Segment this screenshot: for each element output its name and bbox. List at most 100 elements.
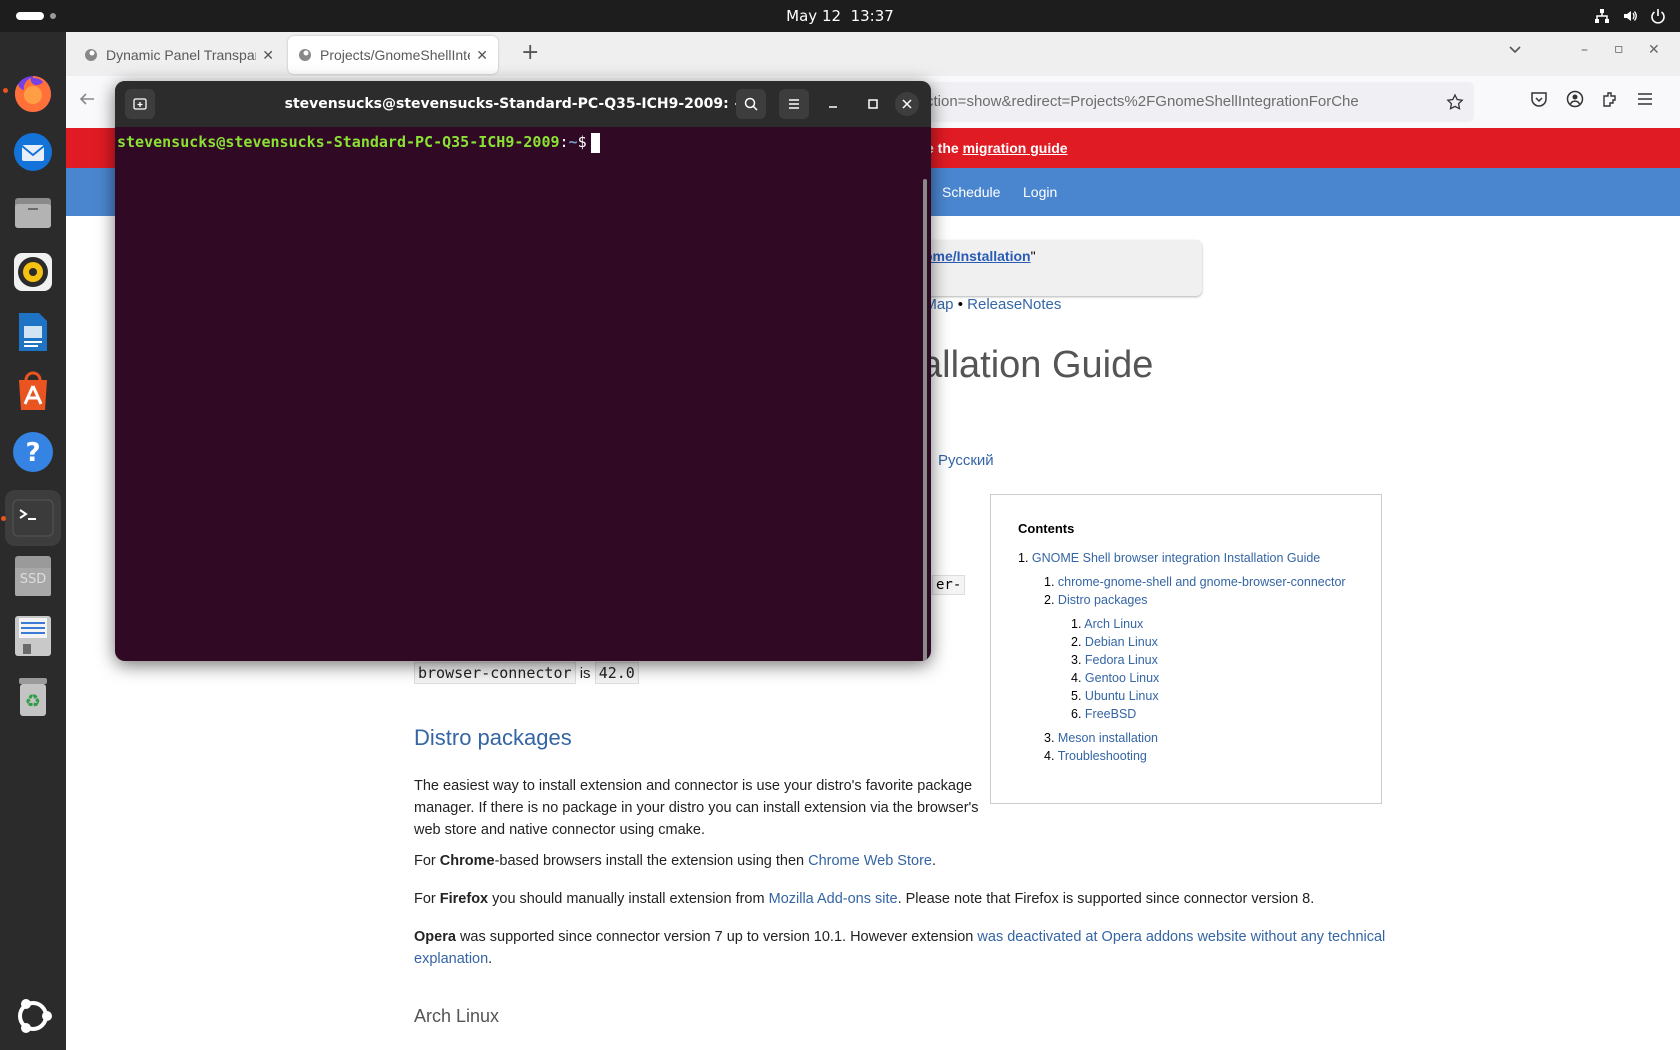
toc-entry-number: 4. [1071, 671, 1082, 685]
thunderbird-icon[interactable] [9, 128, 57, 176]
toc-entry[interactable]: 4. Troubleshooting [1044, 749, 1147, 763]
toc-entry-label[interactable]: FreeBSD [1085, 707, 1136, 721]
scrollbar[interactable] [923, 179, 927, 661]
minimize-icon[interactable] [818, 89, 848, 119]
toc-entry-number: 2. [1071, 635, 1082, 649]
minimize-button[interactable]: – [1581, 42, 1588, 58]
url-bar[interactable]: ction=show&redirect=Projects%2FGnomeShel… [926, 82, 1474, 122]
files-icon[interactable] [9, 188, 57, 236]
migration-guide-link[interactable]: migration guide [963, 140, 1068, 156]
terminal-output[interactable]: stevensucks@stevensucks-Standard-PC-Q35-… [115, 127, 931, 661]
tab-gnome-shell-integration[interactable]: Projects/GnomeShellInte ✕ [288, 36, 498, 74]
ubuntu-apps-icon[interactable] [9, 992, 57, 1040]
breadcrumb-release-notes[interactable]: ReleaseNotes [967, 296, 1061, 313]
toc-entry[interactable]: 5. Ubuntu Linux [1071, 689, 1159, 703]
nav-link-schedule[interactable]: Schedule [942, 168, 1000, 216]
toc-entry[interactable]: 1. GNOME Shell browser integration Insta… [1018, 551, 1320, 565]
installation-link[interactable]: ome/Installation [924, 248, 1031, 264]
toc-entry-label[interactable]: Distro packages [1058, 593, 1148, 607]
toc-title: Contents [1018, 521, 1075, 536]
nav-link-login[interactable]: Login [1023, 168, 1057, 216]
toc-entry[interactable]: 3. Meson installation [1044, 731, 1158, 745]
toc-entry[interactable]: 1. Arch Linux [1071, 617, 1143, 631]
toc-entry-label[interactable]: Ubuntu Linux [1085, 689, 1159, 703]
toc-entry-label[interactable]: Troubleshooting [1058, 749, 1147, 763]
paragraph-opera: Opera was supported since connector vers… [414, 926, 1414, 970]
tab-dynamic-panel[interactable]: Dynamic Panel Transpare ✕ [74, 36, 284, 74]
system-tray[interactable] [1594, 0, 1666, 32]
mozilla-addons-link[interactable]: Mozilla Add-ons site [769, 891, 898, 907]
section-heading-arch-linux: Arch Linux [414, 1006, 500, 1026]
toc-entry[interactable]: 3. Fedora Linux [1071, 653, 1158, 667]
breadcrumb: dMap • ReleaseNotes [916, 296, 1061, 313]
ssd-drive-icon[interactable]: SSD [9, 552, 57, 600]
toc-entry-label[interactable]: Debian Linux [1085, 635, 1158, 649]
terminal-title: stevensucks@stevensucks-Standard-PC-Q35-… [284, 96, 746, 112]
running-indicator [1, 516, 6, 521]
toc-entry-number: 3. [1071, 653, 1082, 667]
prompt-colon: : [559, 133, 569, 151]
restore-button[interactable]: ▫ [1614, 41, 1624, 57]
paragraph-chrome: For Chrome-based browsers install the ex… [414, 850, 1314, 872]
bold-opera: Opera [414, 929, 456, 945]
tab-label: Dynamic Panel Transpare [106, 47, 257, 63]
trash-icon[interactable]: ♻ [9, 672, 57, 720]
toc-entry[interactable]: 6. FreeBSD [1071, 707, 1136, 721]
language-link-russian[interactable]: Русский [938, 452, 994, 469]
toc-entry-label[interactable]: Fedora Linux [1085, 653, 1158, 667]
app-center-icon[interactable] [9, 368, 57, 416]
shell-prompt[interactable]: stevensucks@stevensucks-Standard-PC-Q35-… [117, 131, 600, 153]
close-tab-icon[interactable]: ✕ [262, 47, 274, 64]
hamburger-menu-icon[interactable] [1636, 90, 1654, 112]
close-window-button[interactable]: ✕ [1648, 42, 1660, 58]
toc-entry[interactable]: 2. Debian Linux [1071, 635, 1158, 649]
rhythmbox-icon[interactable] [9, 248, 57, 296]
toc-entry-label[interactable]: Meson installation [1058, 731, 1158, 745]
floppy-drive-icon[interactable] [9, 612, 57, 660]
connector-version-word: is [579, 665, 591, 682]
maximize-icon[interactable] [858, 89, 888, 119]
help-icon[interactable]: ? [9, 428, 57, 476]
search-icon[interactable] [736, 89, 766, 119]
network-icon[interactable] [1594, 8, 1610, 24]
new-tab-button[interactable]: + [521, 40, 539, 66]
toc-entry-label[interactable]: Arch Linux [1084, 617, 1143, 631]
bookmark-star-icon[interactable] [1446, 93, 1464, 115]
text: -based browsers install the extension us… [494, 853, 809, 869]
paragraph-intro: The easiest way to install extension and… [414, 778, 979, 838]
terminal-header-bar[interactable]: stevensucks@stevensucks-Standard-PC-Q35-… [115, 81, 931, 127]
terminal-icon[interactable] [1, 490, 61, 546]
volume-icon[interactable] [1622, 8, 1638, 24]
prompt-user-host: stevensucks@stevensucks-Standard-PC-Q35-… [117, 133, 560, 151]
toc-entry-label[interactable]: Gentoo Linux [1085, 671, 1159, 685]
info-box-text: ome/Installation" [924, 248, 1036, 264]
new-tab-icon[interactable] [125, 89, 155, 119]
close-icon[interactable] [895, 92, 919, 116]
close-tab-icon[interactable]: ✕ [476, 47, 488, 64]
toc-entry-number: 1. [1044, 575, 1055, 589]
toc-entry[interactable]: 2. Distro packages [1044, 593, 1148, 607]
back-arrow-icon[interactable] [78, 90, 96, 112]
pocket-icon[interactable] [1530, 90, 1548, 112]
svg-text:?: ? [25, 438, 40, 468]
list-all-tabs-icon[interactable] [1508, 42, 1522, 60]
toc-entry-label[interactable]: GNOME Shell browser integration Installa… [1032, 551, 1320, 565]
banner-prefix: e the [926, 140, 963, 156]
toc-entry[interactable]: 1. chrome-gnome-shell and gnome-browser-… [1044, 575, 1346, 589]
power-icon[interactable] [1650, 8, 1666, 24]
toc-entry-number: 1. [1018, 551, 1029, 565]
toc-entry-label[interactable]: chrome-gnome-shell and gnome-browser-con… [1058, 575, 1346, 589]
extensions-icon[interactable] [1601, 90, 1619, 112]
clock-date: May 12 [786, 7, 842, 25]
writer-icon[interactable] [9, 308, 57, 356]
firefox-icon[interactable] [3, 68, 57, 116]
account-icon[interactable] [1566, 90, 1584, 112]
clock[interactable]: May 12 13:37 [0, 0, 1680, 32]
chrome-web-store-link[interactable]: Chrome Web Store [808, 853, 932, 869]
clock-time: 13:37 [850, 7, 894, 25]
terminal-window[interactable]: stevensucks@stevensucks-Standard-PC-Q35-… [115, 81, 931, 661]
text: was supported since connector version 7 … [455, 929, 978, 945]
url-text[interactable]: ction=show&redirect=Projects%2FGnomeShel… [926, 82, 1396, 122]
menu-icon[interactable] [779, 89, 809, 119]
toc-entry[interactable]: 4. Gentoo Linux [1071, 671, 1159, 685]
